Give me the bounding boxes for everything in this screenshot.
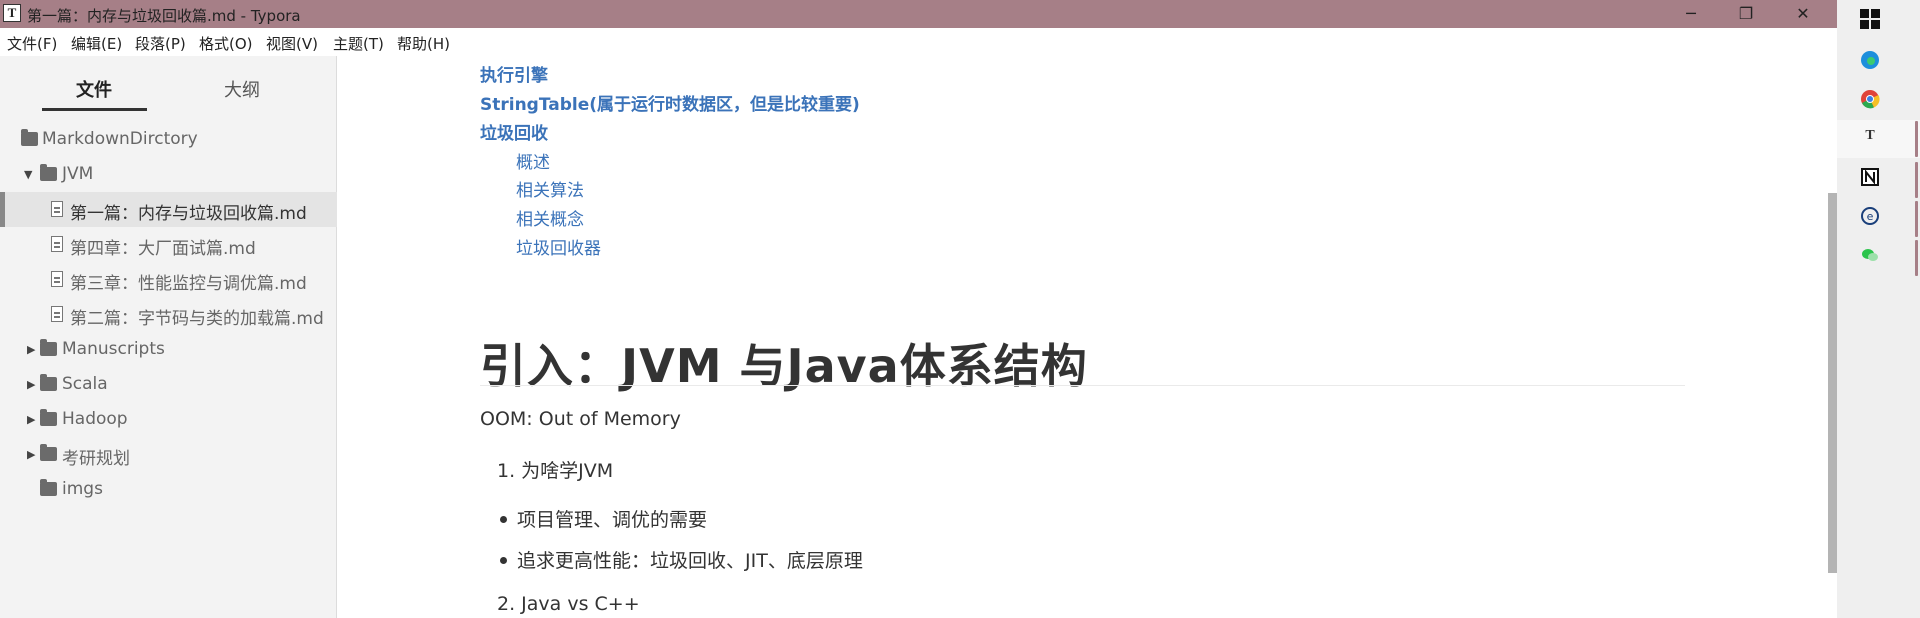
- toc-link-gc-overview[interactable]: 概述: [516, 148, 550, 173]
- tree-label: 第一篇：内存与垃圾回收篇.md: [70, 204, 307, 224]
- bullet-item-2: 追求更高性能：垃圾回收、JIT、底层原理: [517, 550, 863, 572]
- bullet-dot: [500, 516, 507, 523]
- tree-label: JVM: [62, 164, 94, 184]
- toc-link-gc-collectors[interactable]: 垃圾回收器: [516, 234, 601, 259]
- tree-file-active[interactable]: 第一篇：内存与垃圾回收篇.md: [0, 192, 337, 227]
- active-indicator: [0, 192, 5, 227]
- tree-folder-jvm[interactable]: ▼ JVM: [0, 159, 337, 191]
- tree-label: Hadoop: [62, 409, 128, 429]
- caret-right-icon: ▶: [27, 378, 36, 391]
- toc-link-engine[interactable]: 执行引擎: [480, 61, 548, 86]
- tree-folder-scala[interactable]: ▶ Scala: [0, 369, 337, 401]
- toc-link-gc-algorithms[interactable]: 相关算法: [516, 176, 584, 201]
- menu-help[interactable]: 帮助(H): [397, 33, 450, 54]
- scrollbar-thumb[interactable]: [1828, 193, 1837, 573]
- taskbar: T e: [1837, 0, 1920, 618]
- ie-marker: [1915, 201, 1918, 237]
- menu-theme[interactable]: 主题(T): [333, 33, 384, 54]
- wechat-marker: [1915, 240, 1918, 276]
- paragraph-oom: OOM: Out of Memory: [480, 408, 681, 430]
- toc-link-gc-concepts[interactable]: 相关概念: [516, 205, 584, 230]
- bullet-dot: [500, 557, 507, 564]
- svg-text:e: e: [1867, 210, 1874, 223]
- tree-label: 第三章：性能监控与调优篇.md: [70, 274, 307, 294]
- caret-down-icon: ▼: [24, 168, 33, 181]
- sidebar: 文件 大纲 MarkdownDirctory ▼ JVM 第一篇：内存与垃圾回收…: [0, 56, 337, 618]
- file-icon: [51, 201, 63, 217]
- active-tab-underline: [42, 108, 147, 111]
- folder-icon: [40, 164, 57, 181]
- wechat-icon[interactable]: [1859, 245, 1881, 267]
- caret-right-icon: ▶: [27, 343, 36, 356]
- tree-label: Scala: [62, 374, 108, 394]
- close-button[interactable]: ✕: [1780, 0, 1826, 28]
- ordered-item-1: 1. 为啥学JVM: [497, 460, 614, 482]
- file-icon: [51, 271, 63, 287]
- menu-view[interactable]: 视图(V): [266, 33, 318, 54]
- folder-icon: [40, 409, 57, 426]
- menu-paragraph[interactable]: 段落(P): [135, 33, 186, 54]
- tree-file[interactable]: 第四章：大厂面试篇.md: [0, 229, 337, 261]
- ordered-item-2: 2. Java vs C++: [497, 593, 640, 615]
- typora-icon[interactable]: T: [1859, 128, 1881, 150]
- folder-icon: [40, 374, 57, 391]
- tree-folder-kaoyan[interactable]: ▶ 考研规划: [0, 439, 337, 471]
- tab-files[interactable]: 文件: [42, 76, 146, 102]
- caret-right-icon: ▶: [27, 413, 36, 426]
- file-icon: [51, 306, 63, 322]
- file-icon: [51, 236, 63, 252]
- tree-folder-hadoop[interactable]: ▶ Hadoop: [0, 404, 337, 436]
- menu-format[interactable]: 格式(O): [199, 33, 253, 54]
- toc-link-stringtable[interactable]: StringTable(属于运行时数据区，但是比较重要): [480, 90, 860, 115]
- folder-icon: [40, 479, 57, 496]
- menu-file[interactable]: 文件(F): [7, 33, 57, 54]
- tree-label: Manuscripts: [62, 339, 165, 359]
- caret-right-icon: ▶: [27, 448, 36, 461]
- tab-outline[interactable]: 大纲: [190, 76, 294, 102]
- bullet-item-1: 项目管理、调优的需要: [517, 509, 708, 531]
- tree-folder-imgs[interactable]: imgs: [0, 474, 337, 506]
- menu-edit[interactable]: 编辑(E): [71, 33, 122, 54]
- windows-logo-icon[interactable]: [1859, 9, 1881, 31]
- folder-icon: [40, 339, 57, 356]
- notion-icon[interactable]: [1859, 167, 1881, 189]
- tree-label: 第二篇：字节码与类的加载篇.md: [70, 309, 324, 329]
- tree-folder-markdowndirctory[interactable]: MarkdownDirctory: [0, 124, 337, 156]
- toc-link-gc[interactable]: 垃圾回收: [480, 119, 548, 144]
- folder-icon: [40, 444, 57, 461]
- tree-label: imgs: [62, 479, 103, 499]
- maximize-button[interactable]: ❐: [1723, 0, 1769, 28]
- typora-app-icon: T: [3, 4, 21, 22]
- document-heading: 引入：JVM 与Java体系结构: [480, 339, 1088, 393]
- chrome-icon[interactable]: [1859, 89, 1881, 111]
- tree-label: 考研规划: [62, 449, 130, 469]
- tree-file[interactable]: 第二篇：字节码与类的加载篇.md: [0, 299, 337, 331]
- active-app-marker: [1915, 121, 1918, 157]
- title-bar: T 第一篇：内存与垃圾回收篇.md - Typora ─ ❐ ✕: [0, 0, 1837, 28]
- heading-divider: [480, 385, 1685, 386]
- folder-icon: [21, 129, 38, 146]
- minimize-button[interactable]: ─: [1668, 0, 1714, 28]
- ie-icon[interactable]: e: [1859, 206, 1881, 228]
- tree-folder-manuscripts[interactable]: ▶ Manuscripts: [0, 334, 337, 366]
- tree-label: 第四章：大厂面试篇.md: [70, 239, 256, 259]
- edge-icon[interactable]: [1859, 50, 1881, 72]
- window-title: 第一篇：内存与垃圾回收篇.md - Typora: [27, 7, 301, 25]
- tree-file[interactable]: 第三章：性能监控与调优篇.md: [0, 264, 337, 296]
- menu-bar: 文件(F) 编辑(E) 段落(P) 格式(O) 视图(V) 主题(T) 帮助(H…: [0, 28, 1837, 56]
- notion-marker: [1915, 162, 1918, 198]
- tree-label: MarkdownDirctory: [42, 129, 198, 149]
